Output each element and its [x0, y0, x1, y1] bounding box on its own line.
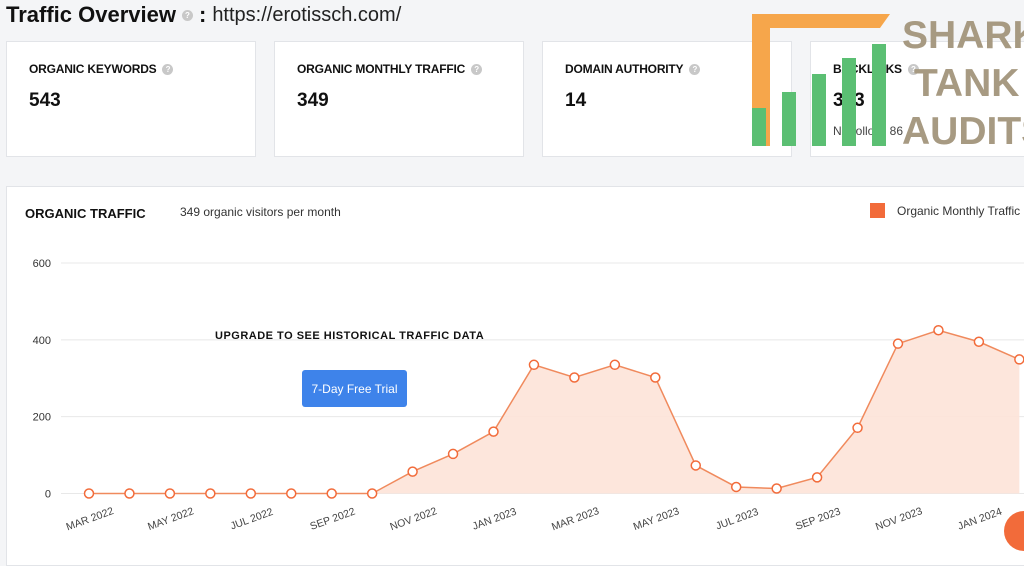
data-point: [326, 488, 337, 499]
data-point: [245, 488, 257, 499]
x-tick-label: JAN 2023: [471, 506, 519, 533]
x-tick-label: NOV 2023: [874, 505, 924, 533]
data-point: [528, 359, 540, 371]
data-point: [205, 488, 216, 499]
x-tick-label: MAR 2023: [550, 505, 601, 533]
x-tick-label: SEP 2023: [794, 505, 843, 532]
x-tick-label: MAR 2022: [65, 505, 116, 533]
x-tick-label: JUL 2023: [714, 506, 760, 533]
free-trial-button[interactable]: 7-Day Free Trial: [302, 370, 407, 407]
data-point: [83, 488, 95, 499]
data-point: [488, 426, 499, 437]
traffic-chart: 0 200 400 600 MAR 2022 MAY 2022 JUL 2022 SEP 20…: [33, 258, 1024, 533]
x-tick-label: NOV 2022: [388, 505, 438, 533]
data-point: [366, 488, 378, 499]
data-point: [852, 422, 863, 434]
data-point: [569, 372, 580, 383]
x-tick-label: MAY 2023: [632, 505, 681, 533]
data-point: [286, 488, 297, 499]
upgrade-message: UPGRADE TO SEE HISTORICAL TRAFFIC DATA: [215, 330, 485, 342]
data-point: [973, 336, 985, 348]
y-tick-label: 0: [45, 489, 51, 501]
data-point: [811, 472, 823, 483]
x-tick-label: JAN 2024: [956, 506, 1004, 533]
data-point: [771, 483, 782, 494]
data-point: [933, 324, 944, 336]
data-point: [1014, 354, 1024, 365]
data-point: [447, 448, 459, 460]
data-point: [690, 460, 701, 471]
data-point: [892, 338, 904, 349]
data-point: [164, 488, 176, 499]
series-area: [89, 330, 1020, 494]
x-tick-label: SEP 2022: [308, 505, 357, 532]
y-tick-label: 400: [33, 335, 51, 347]
y-tick-label: 600: [33, 258, 51, 270]
data-point: [650, 372, 661, 383]
x-tick-label: JUL 2022: [229, 506, 275, 533]
y-tick-label: 200: [33, 412, 51, 424]
data-point: [124, 488, 135, 499]
data-point: [730, 481, 742, 493]
x-tick-label: MAY 2022: [146, 505, 195, 533]
data-point: [407, 466, 418, 477]
data-point: [609, 359, 621, 371]
